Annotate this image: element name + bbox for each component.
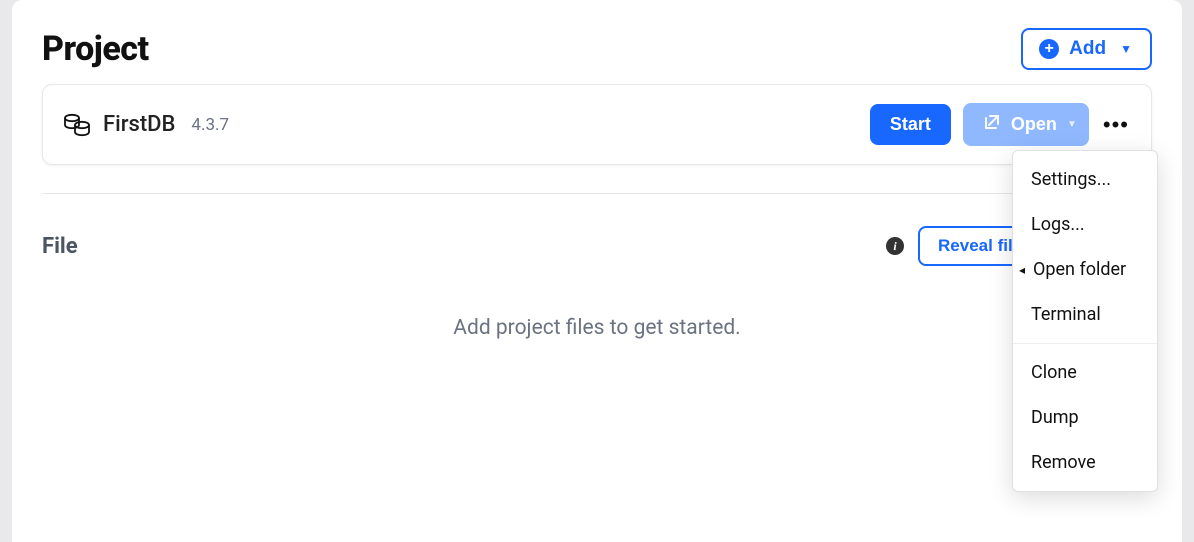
- menu-settings[interactable]: Settings...: [1013, 157, 1157, 202]
- project-card-right: Start Open ▼ •••: [870, 103, 1131, 146]
- menu-item-label: Open folder: [1033, 259, 1126, 280]
- menu-item-label: Remove: [1031, 452, 1096, 473]
- app-window: Project + Add ▼ FirstDB 4.3.7 Start: [12, 0, 1182, 542]
- empty-state-text: Add project files to get started.: [42, 316, 1152, 340]
- header-row: Project + Add ▼: [42, 0, 1152, 84]
- menu-item-label: Dump: [1031, 407, 1079, 428]
- menu-item-label: Terminal: [1031, 304, 1101, 325]
- menu-dump[interactable]: Dump: [1013, 395, 1157, 440]
- add-button[interactable]: + Add ▼: [1021, 28, 1152, 70]
- project-version: 4.3.7: [191, 115, 229, 135]
- menu-item-label: Clone: [1031, 362, 1077, 383]
- file-section-header: File i Reveal files in Finder ▼: [42, 194, 1152, 266]
- menu-divider: [1013, 343, 1157, 344]
- menu-clone[interactable]: Clone: [1013, 350, 1157, 395]
- chevron-down-icon: ▼: [1067, 119, 1077, 130]
- project-name: FirstDB: [103, 112, 175, 137]
- database-icon: [63, 111, 91, 139]
- menu-remove[interactable]: Remove: [1013, 440, 1157, 485]
- open-button[interactable]: Open ▼: [963, 103, 1089, 146]
- project-card-left: FirstDB 4.3.7: [63, 111, 229, 139]
- menu-item-label: Logs...: [1031, 214, 1085, 235]
- start-button[interactable]: Start: [870, 104, 951, 145]
- plus-circle-icon: +: [1039, 39, 1059, 59]
- menu-terminal[interactable]: Terminal: [1013, 292, 1157, 337]
- open-button-label: Open: [1011, 114, 1057, 135]
- file-heading: File: [42, 234, 78, 259]
- info-icon[interactable]: i: [886, 237, 904, 255]
- add-button-label: Add: [1069, 38, 1106, 60]
- chevron-left-icon: ◂: [1019, 263, 1025, 277]
- project-card: FirstDB 4.3.7 Start Open ▼ •••: [42, 84, 1152, 165]
- more-button[interactable]: •••: [1101, 108, 1131, 142]
- chevron-down-icon: ▼: [1120, 42, 1132, 56]
- menu-item-label: Settings...: [1031, 169, 1111, 190]
- more-context-menu: Settings... Logs... ◂ Open folder Terminal C…: [1012, 150, 1158, 492]
- menu-logs[interactable]: Logs...: [1013, 202, 1157, 247]
- page-title: Project: [42, 29, 149, 69]
- menu-open-folder[interactable]: ◂ Open folder: [1013, 247, 1157, 292]
- open-arrow-icon: [983, 113, 1001, 136]
- more-horizontal-icon: •••: [1103, 112, 1129, 137]
